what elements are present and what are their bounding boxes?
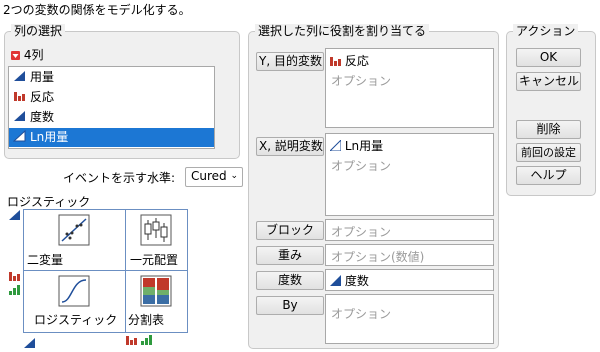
list-item-freq[interactable]: 度数 (9, 108, 214, 127)
y-response-button[interactable]: Y, 目的変数 (256, 52, 324, 71)
block-button[interactable]: ブロック (256, 221, 324, 240)
event-level-select[interactable]: Cured ⌄ (185, 167, 243, 187)
by-button[interactable]: By (256, 296, 324, 315)
action-panel-title: アクション (513, 24, 579, 38)
by-field[interactable]: オプション (325, 294, 494, 344)
y-ordinal-icon (9, 285, 20, 295)
continuous-icon (13, 110, 27, 122)
event-level-value: Cured (191, 169, 227, 183)
y-nominal-icon (9, 271, 20, 281)
nominal-icon (13, 90, 27, 102)
oneway-icon (140, 214, 172, 246)
list-item-response[interactable]: 反応 (9, 88, 214, 107)
column-select-title: 列の選択 (11, 24, 66, 38)
list-item-ln-dose[interactable]: Ln用量 (9, 128, 214, 147)
column-count[interactable]: 4列 (11, 46, 43, 63)
tile-bivariate-label: 二変量 (27, 253, 64, 267)
column-list[interactable]: 用量 反応 度数 Ln用量 (8, 66, 215, 149)
freq-field[interactable]: 度数 (325, 269, 494, 291)
role-panel-title: 選択した列に役割を割り当てる (255, 24, 430, 38)
x-continuous-icon (24, 338, 35, 348)
logistic-icon (58, 275, 90, 307)
y-continuous-icon (9, 210, 20, 220)
weight-placeholder: オプション(数値) (331, 250, 425, 264)
bivariate-icon (58, 214, 90, 246)
tile-logistic[interactable]: ロジスティック (23, 270, 126, 333)
y-response-field[interactable]: 反応 オプション (325, 48, 494, 128)
contingency-icon (140, 275, 172, 307)
list-item-label: 反応 (30, 90, 55, 104)
tile-contingency[interactable]: 分割表 (125, 270, 188, 333)
tile-contingency-label: 分割表 (128, 313, 165, 327)
x-factor-field[interactable]: Ln用量 オプション (325, 133, 494, 216)
continuous-icon (330, 275, 341, 286)
list-item-label: 度数 (30, 110, 55, 124)
tile-logistic-label: ロジスティック (34, 313, 118, 327)
weight-button[interactable]: 重み (256, 246, 324, 265)
y-assigned-column[interactable]: 反応 (330, 52, 369, 69)
column-select-panel: 列の選択 4列 用量 反応 度数 Ln用量 (4, 24, 240, 159)
x-assigned-column[interactable]: Ln用量 (330, 137, 383, 154)
x-nominal-icon (126, 335, 137, 345)
continuous-icon (13, 130, 27, 142)
x-optional-placeholder: オプション (331, 159, 392, 173)
x-assigned-label: Ln用量 (344, 139, 384, 153)
column-count-label: 4列 (23, 48, 44, 62)
list-item-label: 用量 (30, 70, 55, 84)
cancel-button[interactable]: キャンセル (516, 72, 581, 91)
tile-oneway-label: 一元配置 (130, 253, 179, 267)
block-field[interactable]: オプション (325, 219, 494, 241)
freq-button[interactable]: 度数 (256, 271, 324, 290)
x-ordinal-icon (141, 335, 152, 345)
platform-title: ロジスティック (7, 195, 91, 209)
list-item-label: Ln用量 (30, 130, 69, 144)
tile-oneway[interactable]: 一元配置 (125, 209, 188, 271)
by-placeholder: オプション (331, 307, 392, 321)
dialog-title: 2つの変数の関係をモデル化する。 (3, 3, 191, 17)
continuous-icon (330, 140, 341, 151)
list-item-dose[interactable]: 用量 (9, 68, 214, 87)
block-placeholder: オプション (331, 225, 392, 239)
remove-button[interactable]: 削除 (516, 120, 581, 139)
x-factor-button[interactable]: X, 説明変数 (256, 137, 324, 156)
event-level-label: イベントを示す水準: (63, 171, 176, 185)
freq-assigned-label: 度数 (344, 274, 369, 288)
ok-button[interactable]: OK (516, 48, 581, 67)
collapse-arrow-icon[interactable] (11, 51, 20, 60)
y-assigned-label: 反応 (344, 54, 369, 68)
y-optional-placeholder: オプション (331, 74, 392, 88)
tile-bivariate[interactable]: 二変量 (23, 209, 126, 271)
help-button[interactable]: ヘルプ (516, 166, 581, 185)
freq-assigned-column[interactable]: 度数 (330, 272, 369, 289)
weight-field[interactable]: オプション(数値) (325, 244, 494, 266)
recall-button[interactable]: 前回の設定 (516, 143, 581, 162)
chevron-down-icon: ⌄ (230, 171, 238, 181)
continuous-icon (13, 70, 27, 82)
nominal-icon (330, 55, 341, 66)
